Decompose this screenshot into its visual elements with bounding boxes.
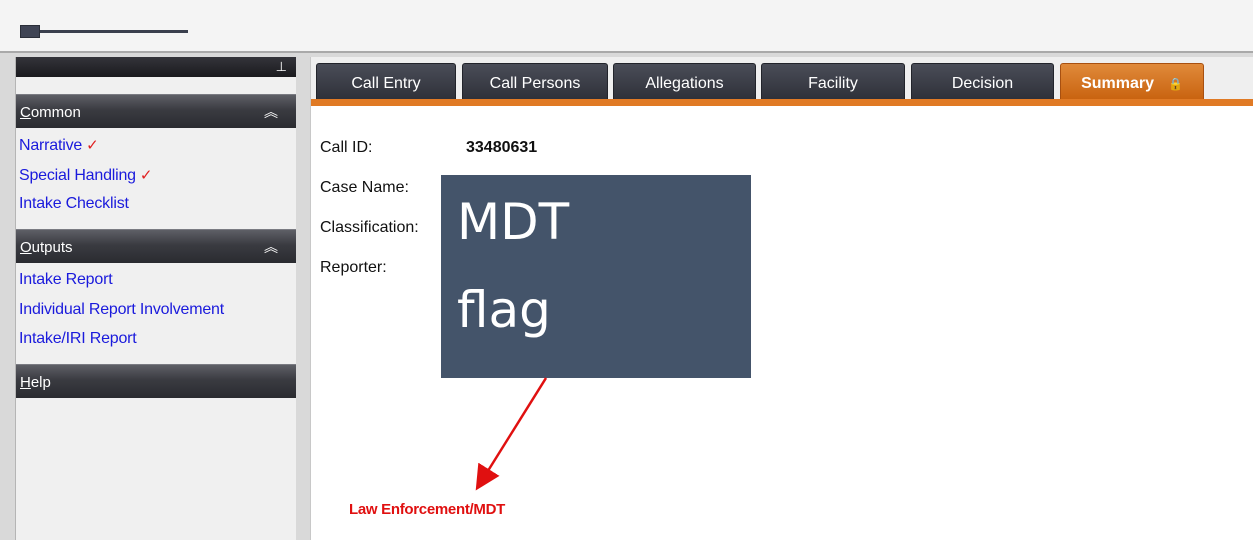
content-area: Call Entry Call Persons Allegations Faci… — [310, 57, 1253, 540]
checkmark-icon: ✓ — [139, 167, 153, 184]
sidebar-link-intake-report[interactable]: Intake Report — [19, 271, 113, 289]
sidebar-link-narrative[interactable]: Narrative ✓ — [19, 136, 99, 155]
collapse-icon[interactable]: ︽ — [264, 237, 278, 257]
law-enforcement-mdt-flag: Law Enforcement/MDT — [349, 501, 505, 518]
sidebar-link-individual-report-involvement[interactable]: Individual Report Involvement — [19, 301, 224, 319]
sidebar-pin-bar: ⊥ — [16, 57, 296, 77]
sidebar-link-special-handling[interactable]: Special Handling ✓ — [19, 166, 152, 185]
section-title-outputs: Outputs — [20, 239, 73, 256]
sidebar-link-intake-checklist[interactable]: Intake Checklist — [19, 195, 129, 213]
section-title-help: Help — [20, 374, 51, 391]
collapse-icon[interactable]: ︽ — [264, 102, 278, 122]
section-header-outputs[interactable]: Outputs ︽ — [16, 229, 296, 263]
pin-icon[interactable]: ⊥ — [276, 58, 287, 76]
zoom-slider-track[interactable] — [20, 30, 188, 33]
section-header-help[interactable]: Help — [16, 364, 296, 398]
section-title-common: Common — [20, 104, 81, 121]
callout-arrow — [475, 377, 548, 491]
top-toolbar — [0, 0, 1253, 52]
checkmark-icon: ✓ — [86, 137, 99, 154]
sidebar: ⊥ Common ︽ Narrative ✓ Special Handling ✓ … — [15, 57, 296, 540]
sidebar-link-intake-iri-report[interactable]: Intake/IRI Report — [19, 330, 137, 348]
section-header-common[interactable]: Common ︽ — [16, 94, 296, 128]
zoom-slider-thumb[interactable] — [20, 25, 40, 38]
